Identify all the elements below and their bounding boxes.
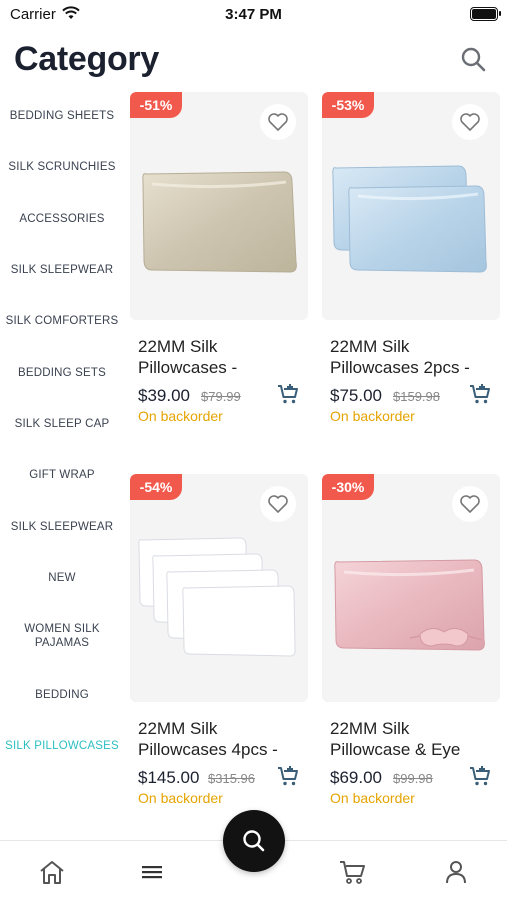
- tab-account[interactable]: [439, 855, 473, 889]
- product-card[interactable]: -51% 22MM Silk Pillowcases - $39.00 $79.…: [130, 92, 308, 432]
- product-price: $69.00: [330, 768, 382, 787]
- stock-status: On backorder: [330, 408, 415, 424]
- product-title-line: Pillowcases 4pcs -: [138, 740, 278, 759]
- search-button[interactable]: [456, 42, 490, 76]
- sidebar-item-silk-comforters[interactable]: SILK COMFORTERS: [0, 314, 124, 328]
- tab-home[interactable]: [35, 855, 69, 889]
- product-card[interactable]: -30% 22MM Silk Pillowcase & Eye $69.00 $…: [322, 474, 500, 814]
- sidebar-item-silk-scrunchies[interactable]: SILK SCRUNCHIES: [0, 160, 124, 174]
- favorite-button[interactable]: [452, 104, 488, 140]
- product-image[interactable]: -54%: [130, 474, 308, 702]
- sidebar-item-bedding-sheets[interactable]: BEDDING SHEETS: [0, 109, 124, 123]
- home-icon: [40, 861, 64, 884]
- add-to-cart-button[interactable]: [468, 382, 492, 406]
- status-bar: Carrier 3:47 PM: [0, 0, 507, 30]
- product-old-price: $159.98: [393, 389, 440, 404]
- favorite-button[interactable]: [452, 486, 488, 522]
- product-title-line: 22MM Silk: [138, 719, 218, 738]
- product-card[interactable]: -53% 22MM Silk Pillowcases 2pcs - $75.00…: [322, 92, 500, 432]
- sidebar-item-women-silk-pajamas[interactable]: WOMEN SILK PAJAMAS: [0, 622, 124, 650]
- stock-status: On backorder: [330, 790, 415, 806]
- sidebar-item-gift-wrap[interactable]: GIFT WRAP: [0, 468, 124, 482]
- cart-add-icon: [278, 384, 298, 404]
- heart-icon: [268, 113, 288, 131]
- product-price: $75.00: [330, 386, 382, 405]
- search-fab-button[interactable]: [223, 810, 285, 872]
- search-icon: [461, 47, 486, 72]
- cart-add-icon: [278, 766, 298, 786]
- product-old-price: $315.96: [208, 771, 255, 786]
- heart-icon: [460, 495, 480, 513]
- page-title: Category: [14, 40, 159, 78]
- sidebar-item-bedding[interactable]: BEDDING: [0, 688, 124, 702]
- product-price: $39.00: [138, 386, 190, 405]
- product-image[interactable]: -51%: [130, 92, 308, 320]
- sidebar-item-silk-sleepwear[interactable]: SILK SLEEPWEAR: [0, 263, 124, 277]
- sidebar-item-bedding-sets[interactable]: BEDDING SETS: [0, 366, 124, 380]
- product-title[interactable]: 22MM Silk Pillowcases 4pcs -: [138, 718, 306, 760]
- discount-badge: -30%: [322, 474, 374, 500]
- add-to-cart-button[interactable]: [468, 764, 492, 788]
- search-icon: [243, 830, 265, 852]
- add-to-cart-button[interactable]: [276, 382, 300, 406]
- discount-badge: -51%: [130, 92, 182, 118]
- favorite-button[interactable]: [260, 486, 296, 522]
- cart-icon: [340, 861, 365, 884]
- product-image[interactable]: -30%: [322, 474, 500, 702]
- product-price: $145.00: [138, 768, 200, 787]
- product-image[interactable]: -53%: [322, 92, 500, 320]
- tab-cart[interactable]: [335, 855, 369, 889]
- sidebar-item-accessories[interactable]: ACCESSORIES: [0, 212, 124, 226]
- sidebar-item-silk-pillowcases[interactable]: SILK PILLOWCASES: [0, 739, 124, 753]
- stock-status: On backorder: [138, 790, 223, 806]
- product-title[interactable]: 22MM Silk Pillowcases -: [138, 336, 306, 378]
- product-title[interactable]: 22MM Silk Pillowcases 2pcs -: [330, 336, 498, 378]
- discount-badge: -53%: [322, 92, 374, 118]
- product-title-line: Pillowcase & Eye: [330, 740, 461, 759]
- user-icon: [446, 861, 466, 884]
- battery-icon: [470, 7, 501, 21]
- discount-badge: -54%: [130, 474, 182, 500]
- sidebar-item-silk-sleep-cap[interactable]: SILK SLEEP CAP: [0, 417, 124, 431]
- product-title-line: 22MM Silk: [330, 337, 410, 356]
- product-card[interactable]: -54% 22MM Silk Pillowcases 4pcs - $145.0…: [130, 474, 308, 814]
- cart-add-icon: [470, 766, 490, 786]
- product-title-line: 22MM Silk: [330, 719, 410, 738]
- heart-icon: [268, 495, 288, 513]
- heart-icon: [460, 113, 480, 131]
- tab-menu[interactable]: [135, 855, 169, 889]
- product-old-price: $79.99: [201, 389, 241, 404]
- cart-add-icon: [470, 384, 490, 404]
- product-old-price: $99.98: [393, 771, 433, 786]
- product-title-line: Pillowcases 2pcs -: [330, 358, 470, 377]
- menu-icon: [142, 866, 162, 879]
- product-title-line: Pillowcases -: [138, 358, 238, 377]
- product-title[interactable]: 22MM Silk Pillowcase & Eye: [330, 718, 498, 760]
- favorite-button[interactable]: [260, 104, 296, 140]
- add-to-cart-button[interactable]: [276, 764, 300, 788]
- sidebar-item-silk-sleepwear-2[interactable]: SILK SLEEPWEAR: [0, 520, 124, 534]
- sidebar-item-new[interactable]: NEW: [0, 571, 124, 585]
- product-title-line: 22MM Silk: [138, 337, 218, 356]
- stock-status: On backorder: [138, 408, 223, 424]
- clock: 3:47 PM: [225, 6, 282, 23]
